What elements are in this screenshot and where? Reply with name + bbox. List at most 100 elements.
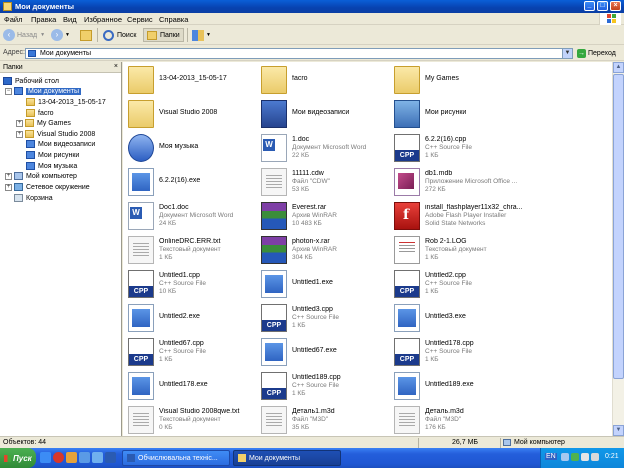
tree-item-my-documents[interactable]: − Мои документы (5, 86, 82, 96)
windows-logo-icon (599, 13, 621, 25)
file-item[interactable]: install_flashplayer11x32_chra...Adobe Fl… (389, 201, 549, 234)
expand-icon[interactable]: + (5, 172, 12, 180)
close-icon[interactable]: × (114, 63, 118, 70)
up-folder-icon (80, 29, 92, 41)
word-icon[interactable] (105, 452, 116, 463)
scroll-thumb[interactable] (613, 74, 624, 379)
file-item[interactable]: My Games (389, 65, 549, 98)
cpp-icon (394, 338, 420, 366)
chevron-down-icon: ▼ (40, 32, 46, 38)
menu-tools[interactable]: Сервис (127, 15, 153, 24)
folder-icon (26, 109, 35, 117)
tree-item-visual-studio[interactable]: + Visual Studio 2008 (16, 129, 95, 139)
folders-button[interactable]: Папки (143, 28, 184, 42)
video-icon (261, 100, 287, 128)
scroll-up-icon[interactable]: ▲ (613, 62, 624, 73)
menu-view[interactable]: Вид (63, 15, 77, 24)
file-item[interactable]: Untitled2.cppC++ Source File1 КБ (389, 269, 549, 302)
music-folder-icon (26, 162, 35, 170)
ie-icon[interactable] (40, 452, 51, 463)
language-indicator[interactable]: EN (545, 453, 557, 460)
file-type: C++ Source File (425, 348, 472, 355)
file-type: C++ Source File (425, 280, 472, 287)
start-button[interactable]: Пуск (0, 448, 36, 468)
file-name: Untitled2.cpp (425, 272, 466, 279)
task-word-document[interactable]: Обчислювальна техніс... (122, 450, 230, 466)
file-type: Adobe Flash Player Installer (425, 212, 507, 219)
network-icon[interactable] (591, 453, 599, 461)
tree-item-recycle-bin[interactable]: Корзина (14, 193, 53, 203)
tree-item-my-videos[interactable]: Мои видеозаписи (26, 139, 95, 149)
chevron-down-icon[interactable]: ▼ (562, 49, 572, 58)
cpp-icon (261, 304, 287, 332)
address-field[interactable]: Мои документы ▼ (25, 48, 573, 59)
file-item[interactable]: Rob 2-1.LOG Текстовый документ 1 КБ (389, 235, 549, 268)
tree-item-my-computer[interactable]: + Мой компьютер (5, 171, 77, 181)
file-item-text: Rob 2-1.LOG Текстовый документ 1 КБ (425, 238, 545, 262)
file-item[interactable]: Деталь.m3d Файл "M3D" 176 КБ (389, 405, 549, 438)
file-item[interactable]: Мои рисунки (389, 99, 549, 132)
menu-edit[interactable]: Правка (31, 15, 56, 24)
vertical-scrollbar[interactable]: ▲ ▼ (612, 62, 624, 436)
file-item-text: db1.mdb Приложение Microsoft Office ... 27… (425, 170, 545, 194)
views-button[interactable]: ▼ (192, 28, 211, 42)
folders-pane-header: Папки × (0, 62, 121, 73)
tray-icon[interactable] (571, 453, 579, 461)
chevron-down-icon: ▼ (65, 32, 70, 38)
cpp-icon (128, 270, 154, 298)
tree-item-my-games[interactable]: + My Games (16, 118, 71, 128)
menu-favorites[interactable]: Избранное (84, 15, 122, 24)
menu-file[interactable]: Файл (4, 15, 22, 24)
volume-icon[interactable] (581, 453, 589, 461)
messenger-icon[interactable] (92, 452, 103, 463)
maximize-button[interactable]: □ (597, 1, 608, 11)
go-arrow-icon: → (577, 49, 586, 58)
minimize-button[interactable]: _ (584, 1, 595, 11)
go-button[interactable]: → Переход (577, 49, 616, 58)
task-my-documents[interactable]: Мои документы (233, 450, 341, 466)
chevron-down-icon: ▼ (206, 32, 211, 38)
folder-icon (26, 98, 35, 106)
file-item[interactable]: 6.2.2(16).cppC++ Source File1 КБ (389, 133, 549, 166)
file-type: C++ Source File (425, 144, 472, 151)
close-button[interactable]: × (610, 1, 621, 11)
file-item[interactable]: db1.mdb Приложение Microsoft Office ... 27… (389, 167, 549, 200)
collapse-icon[interactable]: − (5, 87, 12, 95)
folders-pane: Папки × Рабочий стол − Мои документы 13-… (0, 62, 122, 436)
generic-icon (394, 406, 420, 434)
tree-item-my-music[interactable]: Моя музыка (26, 161, 77, 171)
opera-icon[interactable] (53, 452, 64, 463)
file-name: Rob 2-1.LOG (425, 238, 467, 245)
doc-icon (261, 134, 287, 162)
exe-icon (128, 168, 154, 196)
back-button[interactable]: ‹ Назад ▼ (3, 28, 45, 42)
file-type: Текстовый документ (425, 246, 487, 253)
file-size: Solid State Networks (425, 220, 486, 227)
exe-icon (128, 304, 154, 332)
expand-icon[interactable]: + (16, 119, 23, 127)
tree-item-folder-13-04[interactable]: 13-04-2013_15-05-17 (26, 97, 106, 107)
tray-icon[interactable] (561, 453, 569, 461)
file-item[interactable]: Untitled189.exe (389, 371, 549, 404)
generic-icon (128, 236, 154, 264)
tree-item-desktop[interactable]: Рабочий стол (3, 76, 59, 86)
tree-item-my-pictures[interactable]: Мои рисунки (26, 150, 79, 160)
scroll-down-icon[interactable]: ▼ (613, 425, 624, 436)
menu-help[interactable]: Справка (159, 15, 188, 24)
file-size: 176 КБ (425, 424, 446, 431)
flash-icon (394, 202, 420, 230)
tree-item-network[interactable]: + Сетевое окружение (5, 182, 90, 192)
folder-icon (25, 130, 34, 138)
tree-item-facro[interactable]: facro (26, 108, 54, 118)
cpp-icon (128, 338, 154, 366)
expand-icon[interactable]: + (5, 183, 12, 191)
media-icon[interactable] (66, 452, 77, 463)
mail-icon[interactable] (79, 452, 90, 463)
forward-button[interactable]: › ▼ (51, 28, 70, 42)
search-button[interactable]: Поиск (103, 28, 136, 42)
file-item[interactable]: Untitled3.exe (389, 303, 549, 336)
windows-logo-icon (4, 454, 11, 462)
up-folder-button[interactable] (80, 28, 92, 42)
expand-icon[interactable]: + (16, 130, 23, 138)
file-item[interactable]: Untitled178.cppC++ Source File1 КБ (389, 337, 549, 370)
